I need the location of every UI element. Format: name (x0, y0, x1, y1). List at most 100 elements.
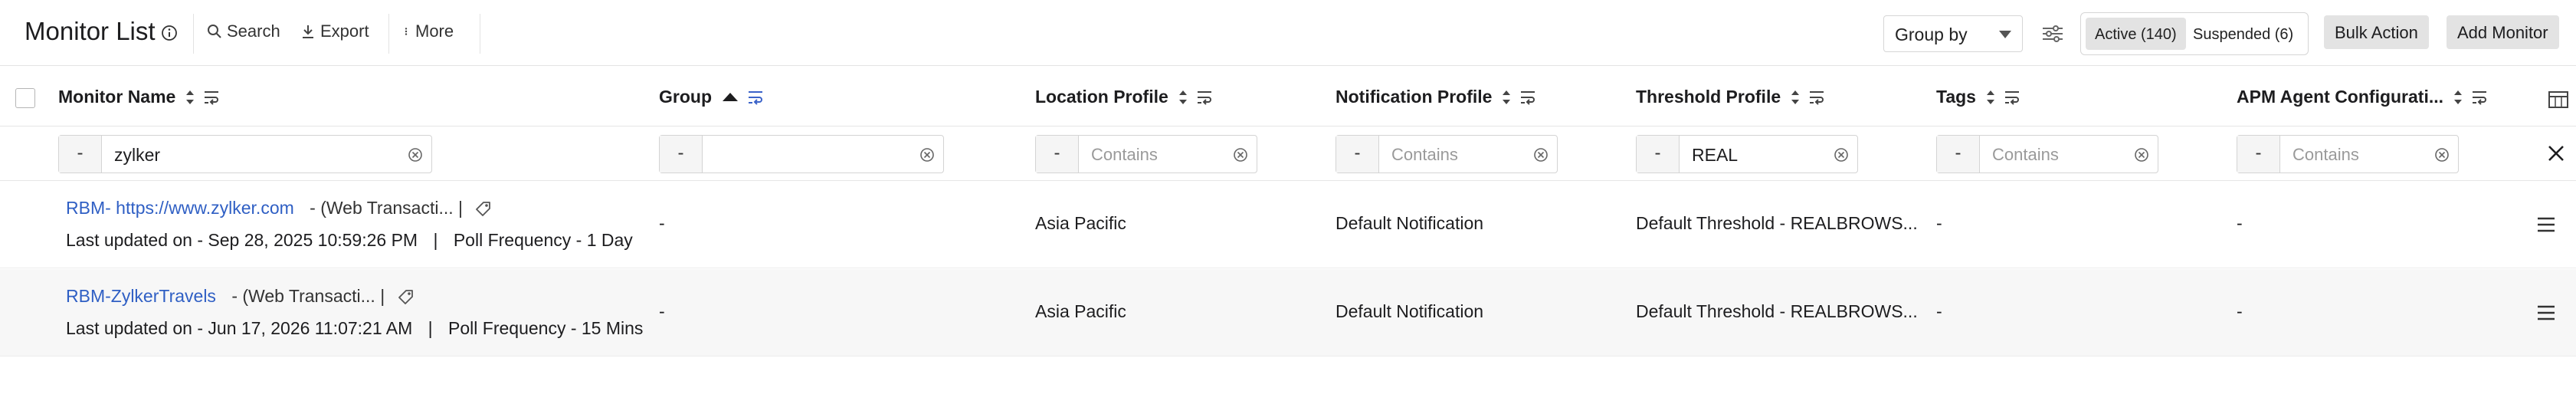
filter-tags[interactable]: - Contains (1936, 135, 2158, 173)
filter-operator-button[interactable]: - (2237, 136, 2280, 172)
monitor-type: - (Web Transacti... (310, 198, 454, 218)
filter-settings-icon[interactable] (2041, 25, 2064, 43)
column-header-notification-profile[interactable]: Notification Profile (1336, 87, 1536, 107)
clear-icon[interactable] (2133, 146, 2150, 163)
export-label: Export (320, 21, 369, 41)
tags-cell: - (1936, 301, 1942, 321)
clear-icon[interactable] (2433, 146, 2450, 163)
clear-icon[interactable] (1232, 146, 1249, 163)
column-header-apm-agent[interactable]: APM Agent Configurati... (2237, 87, 2488, 107)
sort-icon[interactable] (1178, 89, 1188, 106)
filter-placeholder[interactable]: Contains (2293, 145, 2359, 165)
last-updated: Last updated on - Jun 17, 2026 11:07:21 … (66, 318, 413, 338)
threshold-cell: Default Threshold - REALBROWS... (1636, 301, 1918, 321)
sort-icon[interactable] (185, 89, 195, 106)
wrap-text-icon[interactable] (203, 89, 220, 106)
meta-separator: | (433, 230, 438, 250)
tab-active[interactable]: Active (140) (2086, 18, 2186, 50)
filter-operator-button[interactable]: - (1336, 136, 1379, 172)
bulk-action-button[interactable]: Bulk Action (2324, 15, 2429, 49)
group-cell: - (659, 301, 665, 321)
column-label: Location Profile (1035, 87, 1168, 107)
column-label: Threshold Profile (1636, 87, 1781, 107)
sort-icon[interactable] (1985, 89, 1996, 106)
filter-notification-profile[interactable]: - Contains (1336, 135, 1558, 173)
filter-apm-agent[interactable]: - Contains (2237, 135, 2459, 173)
filter-location-profile[interactable]: - Contains (1035, 135, 1257, 173)
wrap-text-icon[interactable] (2004, 89, 2020, 106)
column-settings-icon[interactable] (2548, 91, 2568, 108)
column-header-location-profile[interactable]: Location Profile (1035, 87, 1213, 107)
monitor-name-link[interactable]: RBM-ZylkerTravels (66, 286, 216, 306)
filter-monitor-name[interactable]: - zylker (58, 135, 432, 173)
location-cell: Asia Pacific (1035, 301, 1126, 321)
group-cell: - (659, 213, 665, 233)
filter-operator-button[interactable]: - (1937, 136, 1980, 172)
group-by-value: Group by (1895, 25, 1968, 44)
hamburger-menu-icon[interactable] (2536, 304, 2556, 321)
sort-icon[interactable] (1501, 89, 1512, 106)
poll-frequency: Poll Frequency - 15 Mins (448, 318, 644, 338)
monitor-meta: Last updated on - Sep 28, 2025 10:59:26 … (66, 230, 633, 251)
column-header-group[interactable]: Group (659, 87, 764, 107)
close-icon[interactable] (2545, 143, 2567, 164)
meta-separator: | (428, 318, 433, 338)
clear-icon[interactable] (1833, 146, 1850, 163)
wrap-text-icon[interactable] (747, 89, 764, 106)
tag-icon[interactable] (396, 288, 416, 307)
column-label: Group (659, 87, 712, 107)
sort-icon[interactable] (1790, 89, 1801, 106)
table-row[interactable]: RBM-ZylkerTravels - (Web Transacti... | … (0, 269, 2576, 356)
wrap-text-icon[interactable] (2471, 89, 2488, 106)
filter-operator-button[interactable]: - (1637, 136, 1680, 172)
wrap-text-icon[interactable] (1808, 89, 1825, 106)
table-row[interactable]: RBM- https://www.zylker.com - (Web Trans… (0, 181, 2576, 268)
search-label: Search (227, 21, 280, 41)
add-monitor-button[interactable]: Add Monitor (2447, 15, 2559, 49)
monitor-name-line: RBM- https://www.zylker.com - (Web Trans… (66, 198, 493, 219)
filter-group[interactable]: - (659, 135, 944, 173)
filter-value[interactable]: REAL (1692, 145, 1738, 166)
hamburger-menu-icon[interactable] (2536, 216, 2556, 233)
more-button[interactable]: More (401, 21, 454, 41)
apm-cell: - (2237, 301, 2243, 321)
clear-icon[interactable] (919, 146, 936, 163)
filter-threshold-profile[interactable]: - REAL (1636, 135, 1858, 173)
page-title: Monitor List (25, 17, 156, 45)
clear-icon[interactable] (407, 146, 424, 163)
select-all-checkbox[interactable] (15, 88, 35, 108)
type-separator: | (380, 286, 385, 306)
tab-suspended[interactable]: Suspended (6) (2184, 18, 2302, 50)
search-button[interactable]: Search (207, 21, 280, 41)
column-header-threshold-profile[interactable]: Threshold Profile (1636, 87, 1825, 107)
search-icon (208, 25, 221, 38)
export-button[interactable]: Export (300, 21, 369, 41)
filter-operator-button[interactable]: - (1036, 136, 1079, 172)
type-separator: | (458, 198, 464, 218)
group-by-select[interactable]: Group by (1883, 15, 2023, 52)
info-icon[interactable] (161, 25, 178, 41)
filter-operator-button[interactable]: - (59, 136, 102, 172)
filter-row: - zylker - - Contains - Contains - REAL … (0, 127, 2576, 181)
notification-cell: Default Notification (1336, 213, 1484, 233)
clear-icon[interactable] (1532, 146, 1549, 163)
sort-icon[interactable] (2453, 89, 2463, 106)
sort-ascending-icon[interactable] (721, 89, 739, 106)
export-icon (303, 25, 313, 38)
location-cell: Asia Pacific (1035, 213, 1126, 233)
column-header-monitor-name[interactable]: Monitor Name (58, 87, 220, 107)
filter-operator-button[interactable]: - (660, 136, 703, 172)
filter-placeholder[interactable]: Contains (1091, 145, 1158, 165)
monitor-meta: Last updated on - Jun 17, 2026 11:07:21 … (66, 318, 643, 339)
column-label: APM Agent Configurati... (2237, 87, 2444, 107)
wrap-text-icon[interactable] (1196, 89, 1213, 106)
tag-icon[interactable] (474, 199, 493, 219)
column-header-tags[interactable]: Tags (1936, 87, 2020, 107)
wrap-text-icon[interactable] (1519, 89, 1536, 106)
filter-placeholder[interactable]: Contains (1992, 145, 2059, 165)
filter-value[interactable]: zylker (114, 145, 160, 166)
monitor-name-link[interactable]: RBM- https://www.zylker.com (66, 198, 294, 218)
filter-placeholder[interactable]: Contains (1391, 145, 1458, 165)
column-label: Notification Profile (1336, 87, 1493, 107)
notification-cell: Default Notification (1336, 301, 1484, 321)
